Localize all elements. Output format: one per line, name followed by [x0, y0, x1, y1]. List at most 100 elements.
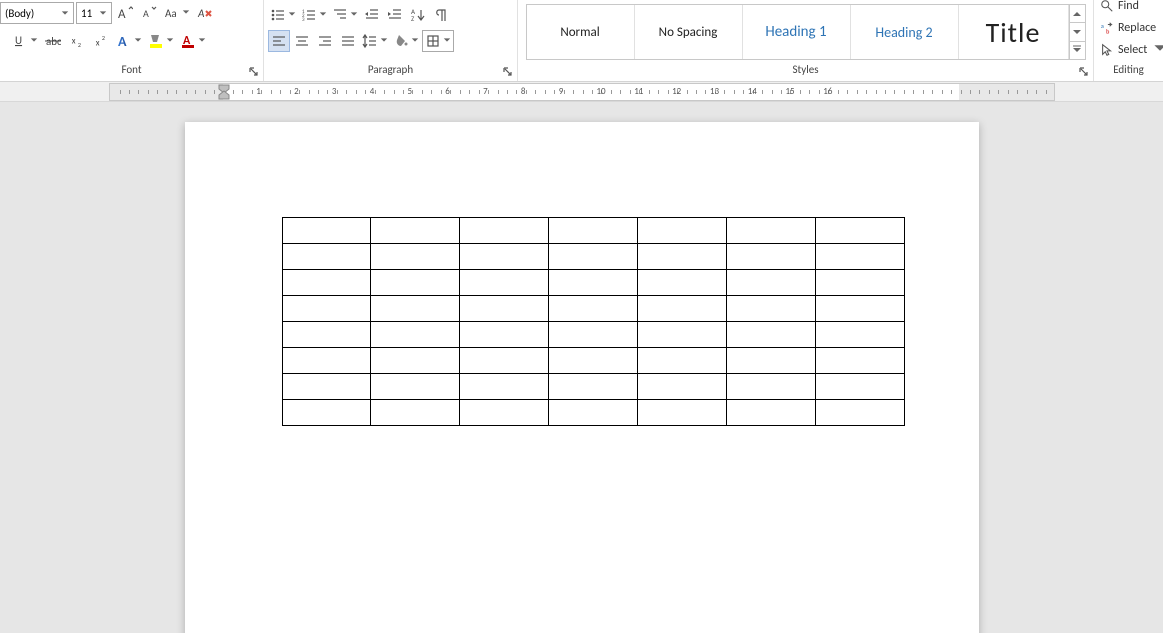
table-cell[interactable] [637, 400, 726, 426]
line-spacing-button[interactable] [360, 30, 390, 52]
style-nospacing[interactable]: No Spacing [635, 5, 743, 59]
table-cell[interactable] [726, 218, 815, 244]
table-row[interactable] [282, 374, 904, 400]
align-center-button[interactable] [291, 30, 313, 52]
document-page[interactable] [185, 122, 979, 633]
table-row[interactable] [282, 322, 904, 348]
table-cell[interactable] [282, 296, 371, 322]
shading-button[interactable] [391, 30, 421, 52]
align-left-button[interactable] [268, 30, 290, 52]
styles-expand[interactable] [1070, 42, 1085, 59]
styles-scroll-up[interactable] [1070, 5, 1085, 23]
style-heading1[interactable]: Heading 1 [743, 5, 851, 59]
table-cell[interactable] [460, 270, 549, 296]
strikethrough-button[interactable]: abc [42, 30, 64, 52]
table-cell[interactable] [371, 400, 460, 426]
table-cell[interactable] [726, 296, 815, 322]
table-cell[interactable] [815, 296, 904, 322]
table-row[interactable] [282, 218, 904, 244]
table-cell[interactable] [371, 218, 460, 244]
table-cell[interactable] [815, 348, 904, 374]
table-cell[interactable] [282, 270, 371, 296]
table-cell[interactable] [815, 374, 904, 400]
table-cell[interactable] [549, 400, 638, 426]
numbering-button[interactable]: 123 [299, 4, 329, 26]
table-cell[interactable] [460, 348, 549, 374]
font-size-combo[interactable]: 11 [76, 2, 112, 24]
grow-font-button[interactable]: A [114, 2, 136, 24]
justify-button[interactable] [337, 30, 359, 52]
table-cell[interactable] [460, 322, 549, 348]
table-cell[interactable] [637, 270, 726, 296]
table-cell[interactable] [371, 348, 460, 374]
horizontal-ruler[interactable]: 12345678910111213141516 [109, 83, 1055, 101]
table-cell[interactable] [726, 244, 815, 270]
underline-button[interactable]: U [10, 30, 40, 52]
table-cell[interactable] [726, 322, 815, 348]
sort-button[interactable]: AZ [407, 4, 429, 26]
table-cell[interactable] [815, 218, 904, 244]
table-cell[interactable] [371, 244, 460, 270]
indent-marker-hanging[interactable] [218, 90, 230, 100]
table-cell[interactable] [371, 296, 460, 322]
styles-scroll-down[interactable] [1070, 23, 1085, 41]
find-button[interactable]: Find [1098, 0, 1163, 16]
paragraph-dialog-launcher[interactable] [501, 65, 515, 79]
table-cell[interactable] [460, 296, 549, 322]
table-cell[interactable] [460, 218, 549, 244]
bullets-button[interactable] [268, 4, 298, 26]
document-area[interactable] [0, 102, 1163, 633]
align-right-button[interactable] [314, 30, 336, 52]
multilevel-list-button[interactable] [330, 4, 360, 26]
table-cell[interactable] [815, 322, 904, 348]
table-cell[interactable] [460, 400, 549, 426]
table-cell[interactable] [637, 348, 726, 374]
replace-button[interactable]: ab Replace [1098, 18, 1163, 38]
table-cell[interactable] [637, 322, 726, 348]
show-marks-button[interactable] [430, 4, 452, 26]
subscript-button[interactable]: x2 [66, 30, 88, 52]
borders-button[interactable] [422, 30, 454, 52]
font-name-combo[interactable]: (Body) [0, 2, 74, 24]
table-cell[interactable] [282, 322, 371, 348]
table-cell[interactable] [282, 400, 371, 426]
table-cell[interactable] [815, 400, 904, 426]
text-effects-button[interactable]: A [114, 30, 144, 52]
table-cell[interactable] [637, 374, 726, 400]
decrease-indent-button[interactable] [361, 4, 383, 26]
clear-formatting-button[interactable]: A [194, 2, 216, 24]
table-cell[interactable] [371, 374, 460, 400]
font-dialog-launcher[interactable] [247, 65, 261, 79]
table-cell[interactable] [549, 322, 638, 348]
table-cell[interactable] [549, 374, 638, 400]
select-button[interactable]: Select [1098, 40, 1163, 60]
table-cell[interactable] [637, 218, 726, 244]
shrink-font-button[interactable]: A [138, 2, 160, 24]
style-title[interactable]: Title [959, 5, 1069, 59]
table-cell[interactable] [371, 322, 460, 348]
increase-indent-button[interactable] [384, 4, 406, 26]
table-cell[interactable] [815, 244, 904, 270]
table-cell[interactable] [726, 400, 815, 426]
table-cell[interactable] [460, 244, 549, 270]
table-cell[interactable] [282, 244, 371, 270]
superscript-button[interactable]: x2 [90, 30, 112, 52]
table-row[interactable] [282, 270, 904, 296]
table-cell[interactable] [549, 348, 638, 374]
table-row[interactable] [282, 244, 904, 270]
change-case-button[interactable]: Aa [162, 2, 192, 24]
table-cell[interactable] [549, 218, 638, 244]
table-cell[interactable] [637, 296, 726, 322]
chevron-down-icon[interactable] [99, 7, 107, 20]
table-cell[interactable] [282, 374, 371, 400]
table-cell[interactable] [726, 348, 815, 374]
table-cell[interactable] [549, 244, 638, 270]
chevron-down-icon[interactable] [61, 7, 69, 20]
table-cell[interactable] [637, 244, 726, 270]
table-cell[interactable] [371, 270, 460, 296]
font-color-button[interactable]: A [178, 30, 208, 52]
table-cell[interactable] [549, 270, 638, 296]
table-cell[interactable] [549, 296, 638, 322]
table-cell[interactable] [726, 374, 815, 400]
table-cell[interactable] [460, 374, 549, 400]
